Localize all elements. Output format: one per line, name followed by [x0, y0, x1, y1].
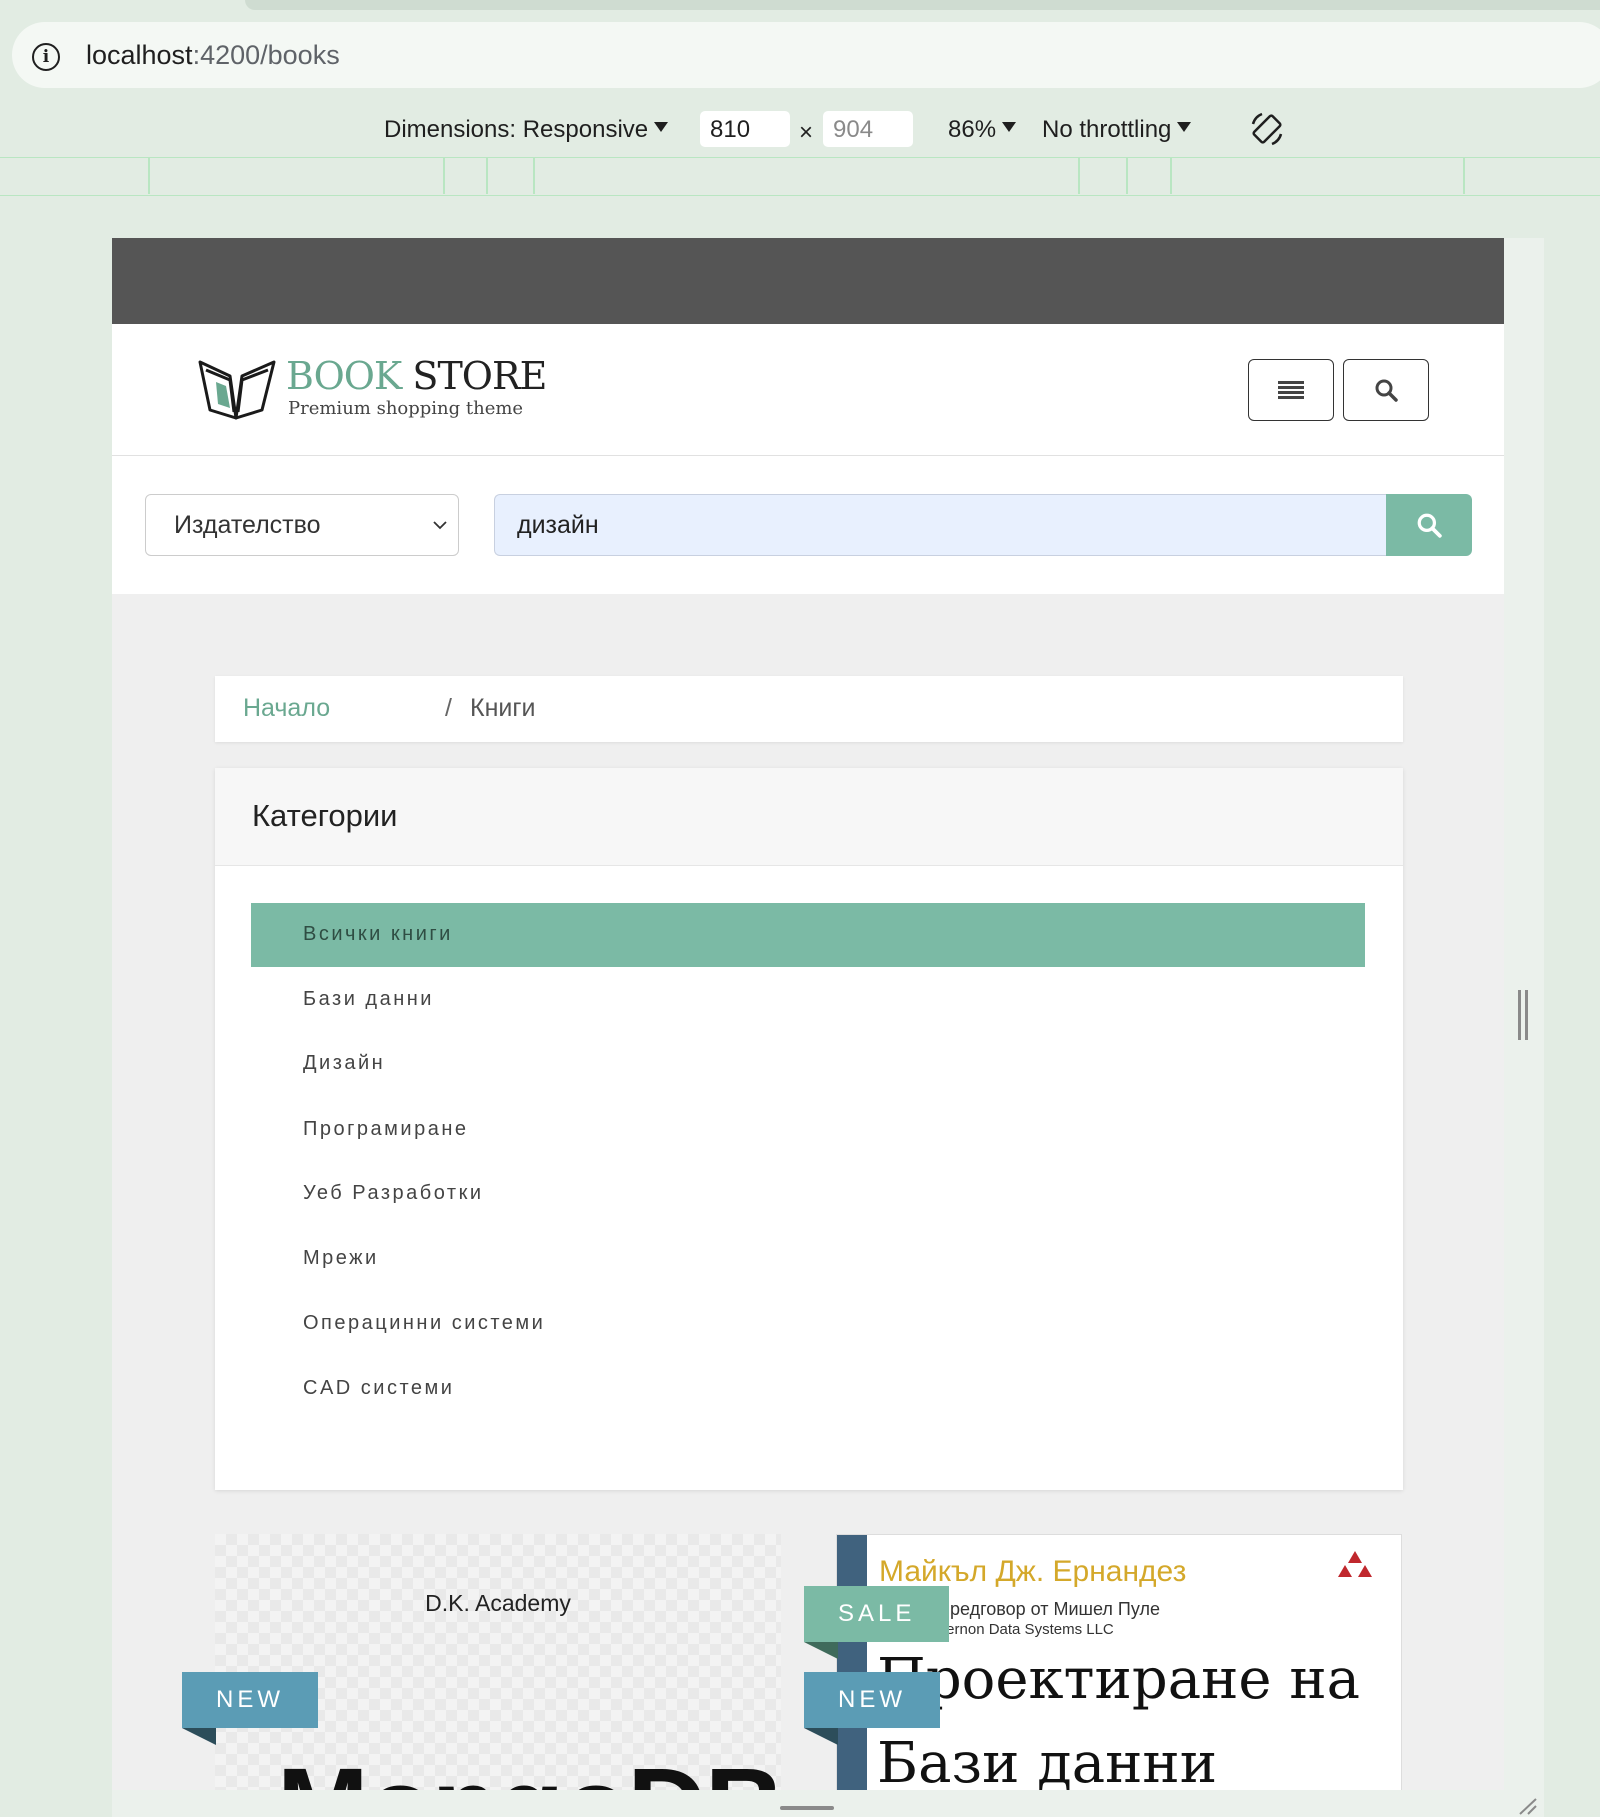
category-item-databases[interactable]: Бази данни: [251, 968, 1365, 1032]
category-item-web-development[interactable]: Уеб Разработки: [251, 1162, 1365, 1226]
breadcrumb: Начало / Книги: [215, 676, 1403, 742]
categories-title: Категории: [252, 798, 398, 833]
site-header: BOOK STORE Premium shopping theme: [112, 324, 1504, 456]
device-toolbar: Dimensions: Responsive 810 × 904 86% No …: [0, 102, 1600, 158]
filter-select[interactable]: Издателство: [145, 494, 459, 556]
search-row: Издателство дизайн: [112, 456, 1504, 594]
categories-header: Категории: [215, 768, 1403, 866]
dropdown-arrow-icon: [1002, 122, 1017, 132]
category-item-all-books[interactable]: Всички книги: [251, 903, 1365, 967]
category-label: Дизайн: [303, 1052, 386, 1074]
category-label: Уеб Разработки: [303, 1182, 484, 1204]
url-path: :4200/books: [192, 40, 340, 70]
category-label: CAD системи: [303, 1377, 455, 1399]
zoom-dropdown[interactable]: 86%: [948, 116, 1017, 144]
ruler-marker[interactable]: [1078, 158, 1080, 194]
menu-icon: [1278, 381, 1304, 399]
filter-selected-value: Издателство: [174, 511, 321, 539]
ruler-marker[interactable]: [486, 158, 488, 194]
cover-title: MongoDB: [277, 1744, 781, 1790]
cover-title-line1: Проектиране на: [877, 1647, 1361, 1712]
url-host: localhost: [86, 40, 193, 70]
category-label: Мрежи: [303, 1247, 379, 1269]
throttling-label: No throttling: [1042, 116, 1172, 143]
header-search-button[interactable]: [1343, 359, 1429, 421]
category-item-operating-systems[interactable]: Операцинни системи: [251, 1292, 1365, 1356]
top-bar: [112, 238, 1504, 324]
cover-publisher: D.K. Academy: [425, 1590, 571, 1616]
category-label: Всички книги: [303, 923, 453, 945]
active-tab-edge: [245, 0, 1600, 10]
search-input[interactable]: дизайн: [494, 494, 1386, 556]
chevron-down-icon: [433, 521, 447, 530]
address-bar[interactable]: i localhost:4200/books: [12, 22, 1600, 88]
dropdown-arrow-icon: [1177, 122, 1192, 132]
ruler-marker[interactable]: [148, 158, 150, 194]
categories-panel: Категории Всички книги Бази данни Дизайн…: [215, 768, 1403, 1490]
category-item-cad-systems[interactable]: CAD системи: [251, 1357, 1365, 1421]
category-label: Бази данни: [303, 988, 434, 1010]
search-query: дизайн: [517, 511, 599, 539]
viewport-bottom-edge: [112, 1790, 1544, 1817]
category-label: Програмиране: [303, 1118, 469, 1140]
ruler-marker[interactable]: [443, 158, 445, 194]
category-item-networks[interactable]: Мрежи: [251, 1227, 1365, 1291]
throttling-dropdown[interactable]: No throttling: [1042, 116, 1192, 144]
ruler-marker[interactable]: [1126, 158, 1128, 194]
new-badge: NEW: [804, 1672, 940, 1745]
search-submit-button[interactable]: [1386, 494, 1472, 556]
ruler-marker[interactable]: [1170, 158, 1172, 194]
category-item-design[interactable]: Дизайн: [251, 1032, 1365, 1096]
zoom-label: 86%: [948, 116, 997, 143]
sale-badge: SALE: [804, 1586, 950, 1659]
height-input[interactable]: 904: [823, 111, 913, 147]
resize-handle-corner[interactable]: [1516, 1797, 1538, 1815]
resize-handle-bottom[interactable]: [780, 1806, 834, 1810]
dimensions-dropdown[interactable]: Dimensions: Responsive: [384, 116, 669, 144]
site-logo[interactable]: BOOK STORE Premium shopping theme: [196, 354, 547, 424]
new-badge: NEW: [182, 1672, 318, 1745]
ruler-marker[interactable]: [1463, 158, 1465, 194]
dropdown-arrow-icon: [654, 122, 669, 132]
cover-foreword: Предговор от Мишел Пуле: [937, 1599, 1160, 1619]
resize-handle-right[interactable]: [1518, 990, 1528, 1040]
tab-strip: [0, 0, 1600, 12]
breadcrumb-home-link[interactable]: Начало: [243, 694, 330, 723]
search-icon: [1375, 379, 1398, 402]
url-text[interactable]: localhost:4200/books: [86, 40, 340, 71]
media-query-bar: [0, 158, 1600, 196]
breadcrumb-separator: /: [445, 694, 452, 722]
category-item-programming[interactable]: Програмиране: [251, 1098, 1365, 1162]
publisher-logo-icon: [1338, 1551, 1372, 1577]
cover-title-line2: Бази данни: [877, 1731, 1218, 1790]
book-spine: [837, 1535, 867, 1790]
menu-button[interactable]: [1248, 359, 1334, 421]
width-input[interactable]: 810: [700, 111, 790, 147]
product-card[interactable]: D.K. Academy MongoDB: [215, 1534, 781, 1790]
dimension-separator: ×: [799, 119, 814, 146]
ruler-marker[interactable]: [533, 158, 535, 194]
ribbon-fold: [804, 1642, 838, 1659]
cover-author: Майкъл Дж. Ернандез: [879, 1555, 1187, 1588]
product-card[interactable]: Майкъл Дж. Ернандез Предговор от Мишел П…: [836, 1534, 1402, 1790]
ribbon-fold: [804, 1728, 838, 1745]
cover-company: Vernon Data Systems LLC: [937, 1621, 1114, 1638]
brand-name: BOOK STORE: [286, 354, 547, 398]
category-label: Операцинни системи: [303, 1312, 546, 1334]
dimensions-label: Dimensions: Responsive: [384, 116, 649, 143]
ribbon-fold: [182, 1728, 216, 1745]
emulated-viewport: BOOK STORE Premium shopping theme Издате…: [112, 238, 1504, 1790]
info-icon[interactable]: i: [32, 43, 60, 71]
book-logo-icon: [198, 360, 276, 420]
brand-tagline: Premium shopping theme: [288, 398, 524, 419]
search-icon: [1417, 513, 1442, 538]
breadcrumb-current: Книги: [470, 694, 536, 722]
rotate-icon[interactable]: [1248, 110, 1286, 148]
